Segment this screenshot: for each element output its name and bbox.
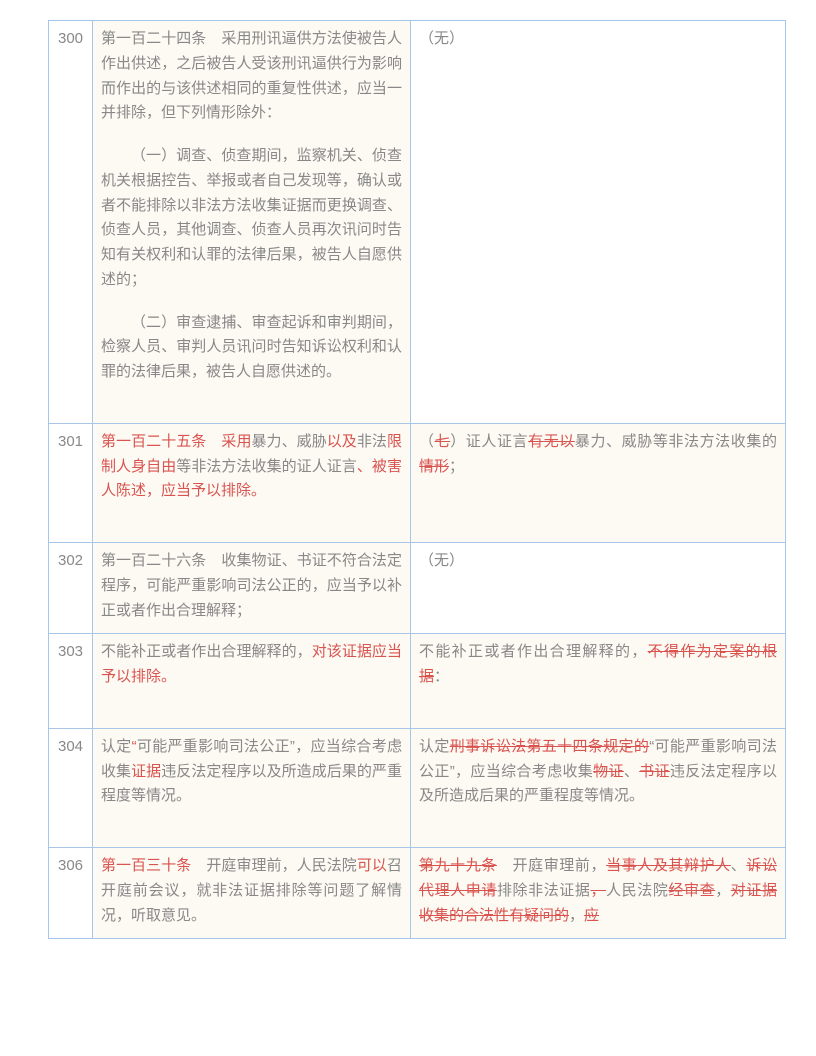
text-run: 、 bbox=[624, 763, 639, 780]
deleted-text: ， bbox=[590, 882, 606, 899]
paragraph: （二）审查逮捕、审查起诉和审判期间，检察人员、审判人员讯问时告知诉讼权利和认罪的… bbox=[101, 311, 402, 385]
text-run: ， bbox=[715, 882, 731, 899]
paragraph: （七）证人证言有无以暴力、威胁等非法方法收集的情形； bbox=[419, 430, 777, 480]
left-column-cell: 认定“可能严重影响司法公正”，应当综合考虑收集证据违反法定程序以及所造成后果的严… bbox=[93, 728, 411, 847]
inserted-text: 第一百二十五条 采用 bbox=[101, 433, 252, 450]
text-run: 非法 bbox=[357, 433, 387, 450]
table-row: 302第一百二十六条 收集物证、书证不符合法定程序，可能严重影响司法公正的，应当… bbox=[49, 543, 786, 634]
right-column-cell: 第九十九条 开庭审理前，当事人及其辩护人、诉讼代理人申请排除非法证据，人民法院经… bbox=[411, 848, 786, 939]
paragraph: 第一百三十条 开庭审理前，人民法院可以召开庭前会议，就非法证据排除等问题了解情况… bbox=[101, 854, 402, 928]
paragraph: 不能补正或者作出合理解释的，对该证据应当予以排除。 bbox=[101, 640, 402, 690]
table-row: 301第一百二十五条 采用暴力、威胁以及非法限制人身自由等非法方法收集的证人证言… bbox=[49, 423, 786, 542]
paragraph: （一）调查、侦查期间，监察机关、侦查机关根据控告、举报或者自己发现等，确认或者不… bbox=[101, 144, 402, 293]
text-run: ： bbox=[434, 668, 449, 685]
paragraph: 认定“可能严重影响司法公正”，应当综合考虑收集证据违反法定程序以及所造成后果的严… bbox=[101, 735, 402, 809]
row-number: 301 bbox=[49, 423, 93, 542]
deleted-text: 情形 bbox=[419, 458, 449, 475]
text-run: （ bbox=[419, 433, 435, 450]
deleted-text: 物证 bbox=[593, 763, 624, 780]
deleted-text: 应 bbox=[584, 907, 599, 924]
text-run: 等非法方法收集的证人证言 bbox=[176, 458, 357, 475]
table-row: 300第一百二十四条 采用刑讯逼供方法使被告人作出供述，之后被告人受该刑讯逼供行… bbox=[49, 21, 786, 424]
left-column-cell: 第一百三十条 开庭审理前，人民法院可以召开庭前会议，就非法证据排除等问题了解情况… bbox=[93, 848, 411, 939]
left-column-cell: 不能补正或者作出合理解释的，对该证据应当予以排除。 bbox=[93, 634, 411, 729]
row-number: 304 bbox=[49, 728, 93, 847]
left-column-cell: 第一百二十四条 采用刑讯逼供方法使被告人作出供述，之后被告人受该刑讯逼供行为影响… bbox=[93, 21, 411, 424]
left-column-cell: 第一百二十六条 收集物证、书证不符合法定程序，可能严重影响司法公正的，应当予以补… bbox=[93, 543, 411, 634]
paragraph: 不能补正或者作出合理解释的，不得作为定案的根据： bbox=[419, 640, 777, 690]
text-run: 不能补正或者作出合理解释的， bbox=[101, 643, 312, 660]
paragraph: 第九十九条 开庭审理前，当事人及其辩护人、诉讼代理人申请排除非法证据，人民法院经… bbox=[419, 854, 777, 928]
right-column-cell: 不能补正或者作出合理解释的，不得作为定案的根据： bbox=[411, 634, 786, 729]
row-number: 303 bbox=[49, 634, 93, 729]
text-run: 第一百二十六条 收集物证、书证不符合法定程序，可能严重影响司法公正的，应当予以补… bbox=[101, 552, 402, 619]
inserted-text: 第一百三十条 bbox=[101, 857, 191, 874]
right-column-cell: 认定刑事诉讼法第五十四条规定的“可能严重影响司法公正”，应当综合考虑收集物证、书… bbox=[411, 728, 786, 847]
right-column-cell: （无） bbox=[411, 543, 786, 634]
row-number: 302 bbox=[49, 543, 93, 634]
text-run: ）证人证言 bbox=[450, 433, 528, 450]
deleted-text: 刑事诉讼法第五十四条规定的 bbox=[450, 738, 650, 755]
table-row: 303不能补正或者作出合理解释的，对该证据应当予以排除。不能补正或者作出合理解释… bbox=[49, 634, 786, 729]
inserted-text: 可以 bbox=[357, 857, 387, 874]
text-run: （无） bbox=[419, 552, 464, 569]
text-run: 暴力、威胁等非法方法收集的 bbox=[575, 433, 777, 450]
inserted-text: 以及 bbox=[327, 433, 357, 450]
deleted-text: 当事人及其辩护人 bbox=[606, 857, 731, 874]
table-row: 306第一百三十条 开庭审理前，人民法院可以召开庭前会议，就非法证据排除等问题了… bbox=[49, 848, 786, 939]
paragraph: （无） bbox=[419, 549, 777, 574]
right-column-cell: （七）证人证言有无以暴力、威胁等非法方法收集的情形； bbox=[411, 423, 786, 542]
text-run: 、 bbox=[731, 857, 747, 874]
deleted-text: 第九十九条 bbox=[419, 857, 497, 874]
row-number: 306 bbox=[49, 848, 93, 939]
comparison-table: 300第一百二十四条 采用刑讯逼供方法使被告人作出供述，之后被告人受该刑讯逼供行… bbox=[48, 20, 786, 939]
text-run: ； bbox=[449, 458, 464, 475]
row-number: 300 bbox=[49, 21, 93, 424]
inserted-text: 证据 bbox=[131, 763, 161, 780]
text-run: 暴力、威胁 bbox=[252, 433, 327, 450]
right-column-cell: （无） bbox=[411, 21, 786, 424]
text-run: 认定 bbox=[101, 738, 132, 755]
paragraph: 第一百二十五条 采用暴力、威胁以及非法限制人身自由等非法方法收集的证人证言、被害… bbox=[101, 430, 402, 504]
text-run: 认定 bbox=[419, 738, 450, 755]
table-row: 304认定“可能严重影响司法公正”，应当综合考虑收集证据违反法定程序以及所造成后… bbox=[49, 728, 786, 847]
paragraph: （无） bbox=[419, 27, 777, 52]
text-run: 不能补正或者作出合理解释的， bbox=[419, 643, 648, 660]
text-run: 开庭审理前， bbox=[497, 857, 606, 874]
text-run: 开庭审理前，人民法院 bbox=[191, 857, 357, 874]
deleted-text: 七 bbox=[435, 433, 451, 450]
text-run: 人民法院 bbox=[606, 882, 668, 899]
deleted-text: 有无以 bbox=[528, 433, 575, 450]
text-run: （无） bbox=[419, 30, 464, 47]
text-run: 排除非法证据 bbox=[497, 882, 591, 899]
text-run: 第一百二十四条 采用刑讯逼供方法使被告人作出供述，之后被告人受该刑讯逼供行为影响… bbox=[101, 30, 402, 121]
paragraph: 第一百二十六条 收集物证、书证不符合法定程序，可能严重影响司法公正的，应当予以补… bbox=[101, 549, 402, 623]
text-run: ， bbox=[569, 907, 584, 924]
deleted-text: 经审查 bbox=[668, 882, 715, 899]
text-run: （二）审查逮捕、审查起诉和审判期间，检察人员、审判人员讯问时告知诉讼权利和认罪的… bbox=[101, 314, 402, 381]
left-column-cell: 第一百二十五条 采用暴力、威胁以及非法限制人身自由等非法方法收集的证人证言、被害… bbox=[93, 423, 411, 542]
text-run: （一）调查、侦查期间，监察机关、侦查机关根据控告、举报或者自己发现等，确认或者不… bbox=[101, 147, 402, 288]
paragraph: 认定刑事诉讼法第五十四条规定的“可能严重影响司法公正”，应当综合考虑收集物证、书… bbox=[419, 735, 777, 809]
paragraph: 第一百二十四条 采用刑讯逼供方法使被告人作出供述，之后被告人受该刑讯逼供行为影响… bbox=[101, 27, 402, 126]
deleted-text: 书证 bbox=[639, 763, 670, 780]
